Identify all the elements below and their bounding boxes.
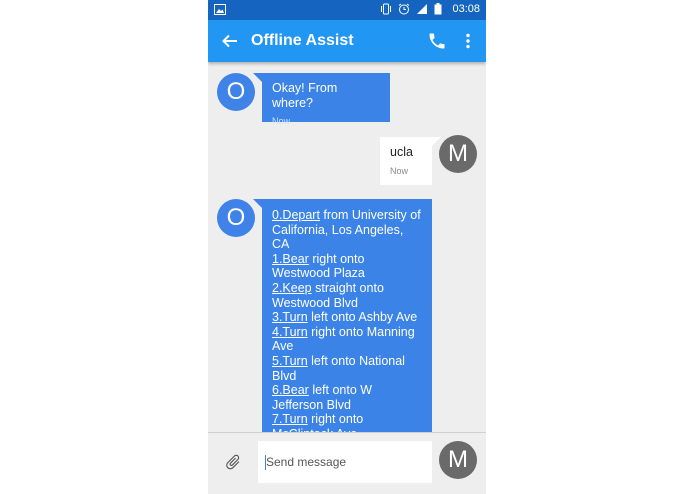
direction-step: 3.Turn left onto Ashby Ave bbox=[272, 310, 422, 325]
assistant-avatar[interactable]: O bbox=[217, 199, 255, 237]
vibrate-icon bbox=[380, 3, 392, 15]
directions-bubble[interactable]: 0.Depart from University of California, … bbox=[262, 199, 432, 432]
direction-step: 0.Depart from University of California, … bbox=[272, 208, 422, 252]
more-options-icon[interactable] bbox=[461, 31, 475, 51]
direction-step-link[interactable]: 4.Turn bbox=[272, 325, 308, 339]
bubble-tail bbox=[253, 199, 262, 208]
phone-screen: 03:08 Offline Assist O Okay! From where?… bbox=[208, 0, 486, 494]
image-notification-icon bbox=[214, 4, 226, 18]
back-arrow-icon[interactable] bbox=[220, 31, 240, 51]
compose-bar: M bbox=[208, 432, 486, 494]
direction-step: 5.Turn left onto National Blvd bbox=[272, 354, 422, 383]
direction-step: 2.Keep straight onto Westwood Blvd bbox=[272, 281, 422, 310]
direction-step-link[interactable]: 6.Bear bbox=[272, 383, 309, 397]
message-text: Okay! From where? bbox=[272, 81, 338, 110]
direction-step-link[interactable]: 5.Turn bbox=[272, 354, 308, 368]
direction-step: 4.Turn right onto Manning Ave bbox=[272, 325, 422, 354]
message-text: ucla bbox=[390, 145, 413, 159]
direction-step-text: left onto Ashby Ave bbox=[307, 310, 418, 325]
phone-call-icon[interactable] bbox=[427, 31, 447, 51]
status-bar: 03:08 bbox=[208, 0, 486, 20]
battery-icon bbox=[434, 3, 446, 15]
bubble-tail bbox=[432, 137, 441, 146]
status-time: 03:08 bbox=[452, 3, 480, 15]
direction-step: 6.Bear left onto W Jefferson Blvd bbox=[272, 383, 422, 412]
bubble-tail bbox=[253, 73, 262, 82]
message-bubble-incoming[interactable]: Okay! From where? Now bbox=[262, 73, 390, 126]
conversation-title: Offline Assist bbox=[251, 32, 354, 49]
app-bar: Offline Assist bbox=[208, 20, 486, 62]
direction-step-link[interactable]: 2.Keep bbox=[272, 281, 312, 295]
direction-step-link[interactable]: 1.Bear bbox=[272, 252, 309, 266]
user-avatar[interactable]: M bbox=[439, 135, 477, 173]
direction-step-link[interactable]: 3.Turn bbox=[272, 310, 308, 324]
message-time: Now bbox=[390, 165, 409, 176]
assistant-avatar[interactable]: O bbox=[217, 73, 255, 111]
signal-icon bbox=[416, 3, 428, 15]
paperclip-icon[interactable] bbox=[224, 453, 242, 471]
message-time: Now bbox=[272, 116, 291, 127]
user-avatar-compose[interactable]: M bbox=[439, 441, 477, 479]
direction-step: 1.Bear right onto Westwood Plaza bbox=[272, 252, 422, 281]
alarm-icon bbox=[398, 3, 410, 15]
direction-step-link[interactable]: 0.Depart bbox=[272, 208, 320, 222]
message-bubble-outgoing[interactable]: ucla Now bbox=[380, 137, 432, 185]
message-thread[interactable]: O Okay! From where? Now ucla Now M O 0.D… bbox=[208, 62, 486, 432]
message-input[interactable] bbox=[258, 441, 432, 483]
direction-step: 7.Turn right onto McClintock Ave bbox=[272, 412, 422, 432]
direction-step-link[interactable]: 7.Turn bbox=[272, 412, 308, 426]
text-cursor bbox=[265, 455, 266, 470]
